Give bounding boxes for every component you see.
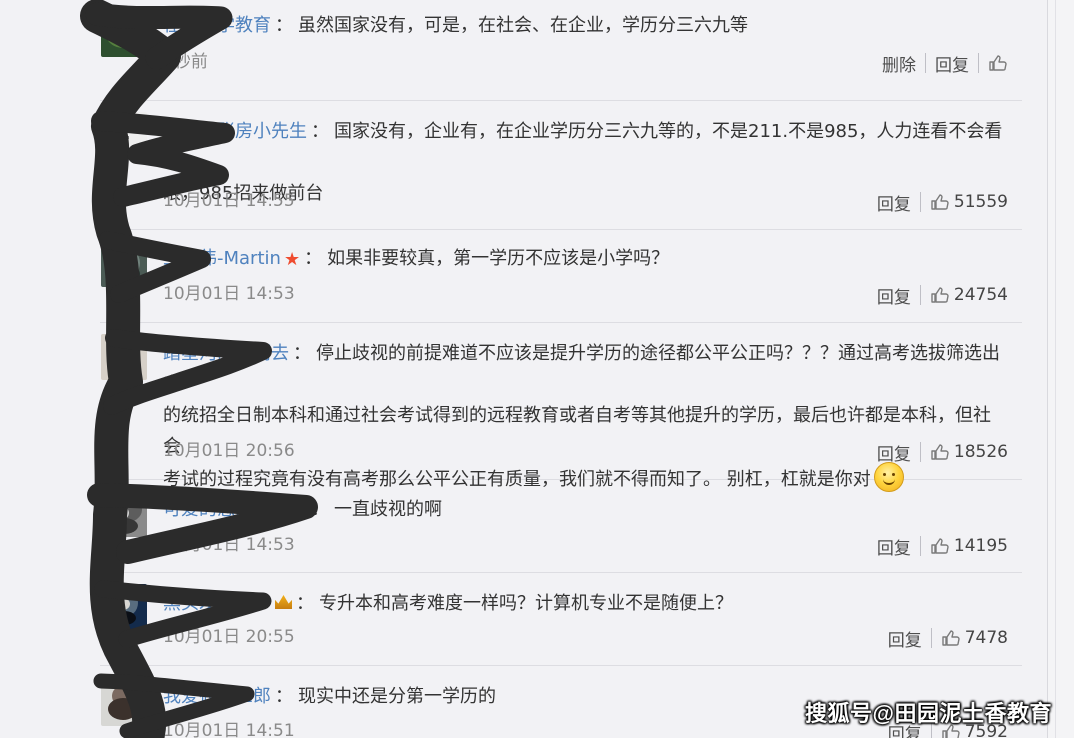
comment-content-1: 在家上学教育：虽然国家没有，可是，在社会、在企业，学历分三六九等 — [163, 10, 1008, 41]
comment-content-4: 踏星河向梦而去：停止歧视的前提难道不应该是提升学历的途径都公平公正吗？？？通过高… — [163, 338, 1008, 495]
avatar-3[interactable] — [101, 241, 147, 287]
comment-actions-5: 回复 14195 — [877, 534, 1008, 559]
comment-username-4[interactable]: 踏星河向梦而去 — [163, 343, 289, 364]
thumbs-up-icon — [931, 287, 949, 303]
comment-timestamp-6: 10月01日 20:55 — [163, 627, 295, 647]
comment-line-6: 黑头发老爷爷 ：专升本和高考难度一样吗？计算机专业不是随便上？ — [163, 588, 1008, 619]
comment-item-6: 黑头发老爷爷 ：专升本和高考难度一样吗？计算机专业不是随便上？ 10月01日 20… — [100, 573, 1022, 666]
comment-colon-4: ： — [293, 343, 311, 364]
reply-button-4[interactable]: 回复 — [877, 440, 911, 465]
comment-content-3: 王雅伟-Martin ★：如果非要较真，第一学历不应该是小学吗？ — [163, 243, 1008, 274]
comment-timestamp-7: 10月01日 14:51 — [163, 721, 295, 738]
comment-content-5: 可爱的悠悠的小窝：一直歧视的啊 — [163, 494, 1008, 525]
comments-screen: 在家上学教育：虽然国家没有，可是，在社会、在企业，学历分三六九等 0秒前 删除 … — [0, 0, 1074, 738]
star-icon: ★ — [283, 249, 301, 270]
comment-item-1: 在家上学教育：虽然国家没有，可是，在社会、在企业，学历分三六九等 0秒前 删除 … — [100, 0, 1022, 101]
comment-colon-2: ： — [311, 121, 329, 142]
like-button-3[interactable]: 24754 — [930, 285, 1008, 305]
like-count-5: 14195 — [953, 536, 1008, 556]
avatar-6[interactable] — [101, 584, 147, 630]
like-button-2[interactable]: 51559 — [930, 192, 1008, 212]
comment-content-6: 黑头发老爷爷 ：专升本和高考难度一样吗？计算机专业不是随便上？ — [163, 588, 1008, 619]
action-divider-2 — [978, 53, 979, 73]
comment-username-5[interactable]: 可爱的悠悠的小窝 — [163, 499, 307, 520]
comment-text-6: 专升本和高考难度一样吗？计算机专业不是随便上？ — [319, 593, 733, 614]
action-divider-1 — [925, 53, 926, 73]
like-count-2: 51559 — [953, 192, 1008, 212]
comment-text-1: 虽然国家没有，可是，在社会、在企业，学历分三六九等 — [298, 15, 748, 36]
watermark-text: 搜狐号@田园泥土香教育 — [805, 701, 1052, 726]
comment-username-6[interactable]: 黑头发老爷爷 — [163, 593, 271, 614]
action-divider-3 — [919, 192, 921, 212]
action-divider-5 — [919, 442, 921, 462]
comment-timestamp-4: 10月01日 20:56 — [163, 441, 295, 461]
like-button-4[interactable]: 18526 — [930, 442, 1008, 462]
comment-username-3[interactable]: 王雅伟-Martin — [163, 248, 281, 269]
like-button-5[interactable]: 14195 — [930, 536, 1008, 556]
thumbs-up-icon — [989, 55, 1007, 71]
thumbs-up-icon — [931, 538, 949, 554]
right-scroll-rail[interactable] — [1047, 0, 1074, 738]
avatar-5[interactable] — [101, 491, 147, 537]
comment-line-3: 王雅伟-Martin ★：如果非要较真，第一学历不应该是小学吗？ — [163, 243, 1008, 274]
comment-line-4: 踏星河向梦而去：停止歧视的前提难道不应该是提升学历的途径都公平公正吗？？？通过高… — [163, 338, 1008, 400]
comment-line-1: 在家上学教育：虽然国家没有，可是，在社会、在企业，学历分三六九等 — [163, 10, 1008, 41]
comment-timestamp-1: 0秒前 — [163, 52, 208, 72]
reply-button-3[interactable]: 回复 — [877, 283, 911, 308]
comment-timestamp-2: 10月01日 14:55 — [163, 191, 295, 211]
action-divider-4 — [919, 285, 921, 305]
comment-actions-6: 回复 7478 — [888, 626, 1008, 651]
action-divider-6 — [919, 536, 921, 556]
comment-item-5: 可爱的悠悠的小窝：一直歧视的啊 10月01日 14:53 回复 14195 — [100, 480, 1022, 573]
comment-actions-3: 回复 24754 — [877, 283, 1008, 308]
comment-actions-4: 回复 18526 — [877, 440, 1008, 465]
like-count-4: 18526 — [953, 442, 1008, 462]
comment-colon-6: ： — [296, 593, 314, 614]
like-count-6: 7478 — [964, 628, 1008, 648]
comment-text-5: 一直歧视的啊 — [334, 499, 442, 520]
comment-username-2[interactable]: 茶馆的账房小先生 — [163, 121, 307, 142]
like-button-6[interactable]: 7478 — [941, 628, 1008, 648]
like-button-1[interactable] — [988, 53, 1008, 73]
comment-username-7[interactable]: 我爱筱田三郎 — [163, 686, 271, 707]
comment-line-2: 茶馆的账房小先生：国家没有，企业有，在企业学历分三六九等的，不是211.不是98… — [163, 116, 1008, 178]
comment-item-3: 王雅伟-Martin ★：如果非要较真，第一学历不应该是小学吗？ 10月01日 1… — [100, 230, 1022, 323]
comment-timestamp-5: 10月01日 14:53 — [163, 535, 295, 555]
comment-line-5: 可爱的悠悠的小窝：一直歧视的啊 — [163, 494, 1008, 525]
comment-text-3: 如果非要较真，第一学历不应该是小学吗？ — [327, 248, 670, 269]
thumbs-up-icon — [931, 194, 949, 210]
avatar-2[interactable] — [101, 112, 147, 158]
reply-button-1[interactable]: 回复 — [935, 51, 969, 76]
comment-actions-2: 回复 51559 — [877, 190, 1008, 215]
reply-button-6[interactable]: 回复 — [888, 626, 922, 651]
reply-button-2[interactable]: 回复 — [877, 190, 911, 215]
comment-colon-7: ： — [275, 686, 293, 707]
comment-colon-3: ： — [304, 248, 323, 269]
like-count-3: 24754 — [953, 285, 1008, 305]
comment-text-7: 现实中还是分第一学历的 — [298, 686, 496, 707]
comment-colon-5: ： — [311, 499, 329, 520]
avatar-1[interactable] — [101, 11, 147, 57]
action-divider-7 — [930, 628, 932, 648]
comment-username-1[interactable]: 在家上学教育 — [163, 15, 271, 36]
comment-actions-1: 删除 回复 — [882, 51, 1008, 76]
comment-item-2: 茶馆的账房小先生：国家没有，企业有，在企业学历分三六九等的，不是211.不是98… — [100, 101, 1022, 230]
crown-icon — [275, 595, 292, 609]
reply-button-5[interactable]: 回复 — [877, 534, 911, 559]
avatar-7[interactable] — [101, 680, 147, 726]
comment-colon-1: ： — [275, 15, 293, 36]
thumbs-up-icon — [931, 444, 949, 460]
avatar-4[interactable] — [101, 334, 147, 380]
thumbs-up-icon — [942, 630, 960, 646]
delete-button[interactable]: 删除 — [882, 51, 916, 76]
comment-item-4: 踏星河向梦而去：停止歧视的前提难道不应该是提升学历的途径都公平公正吗？？？通过高… — [100, 323, 1022, 492]
comment-timestamp-3: 10月01日 14:53 — [163, 284, 295, 304]
